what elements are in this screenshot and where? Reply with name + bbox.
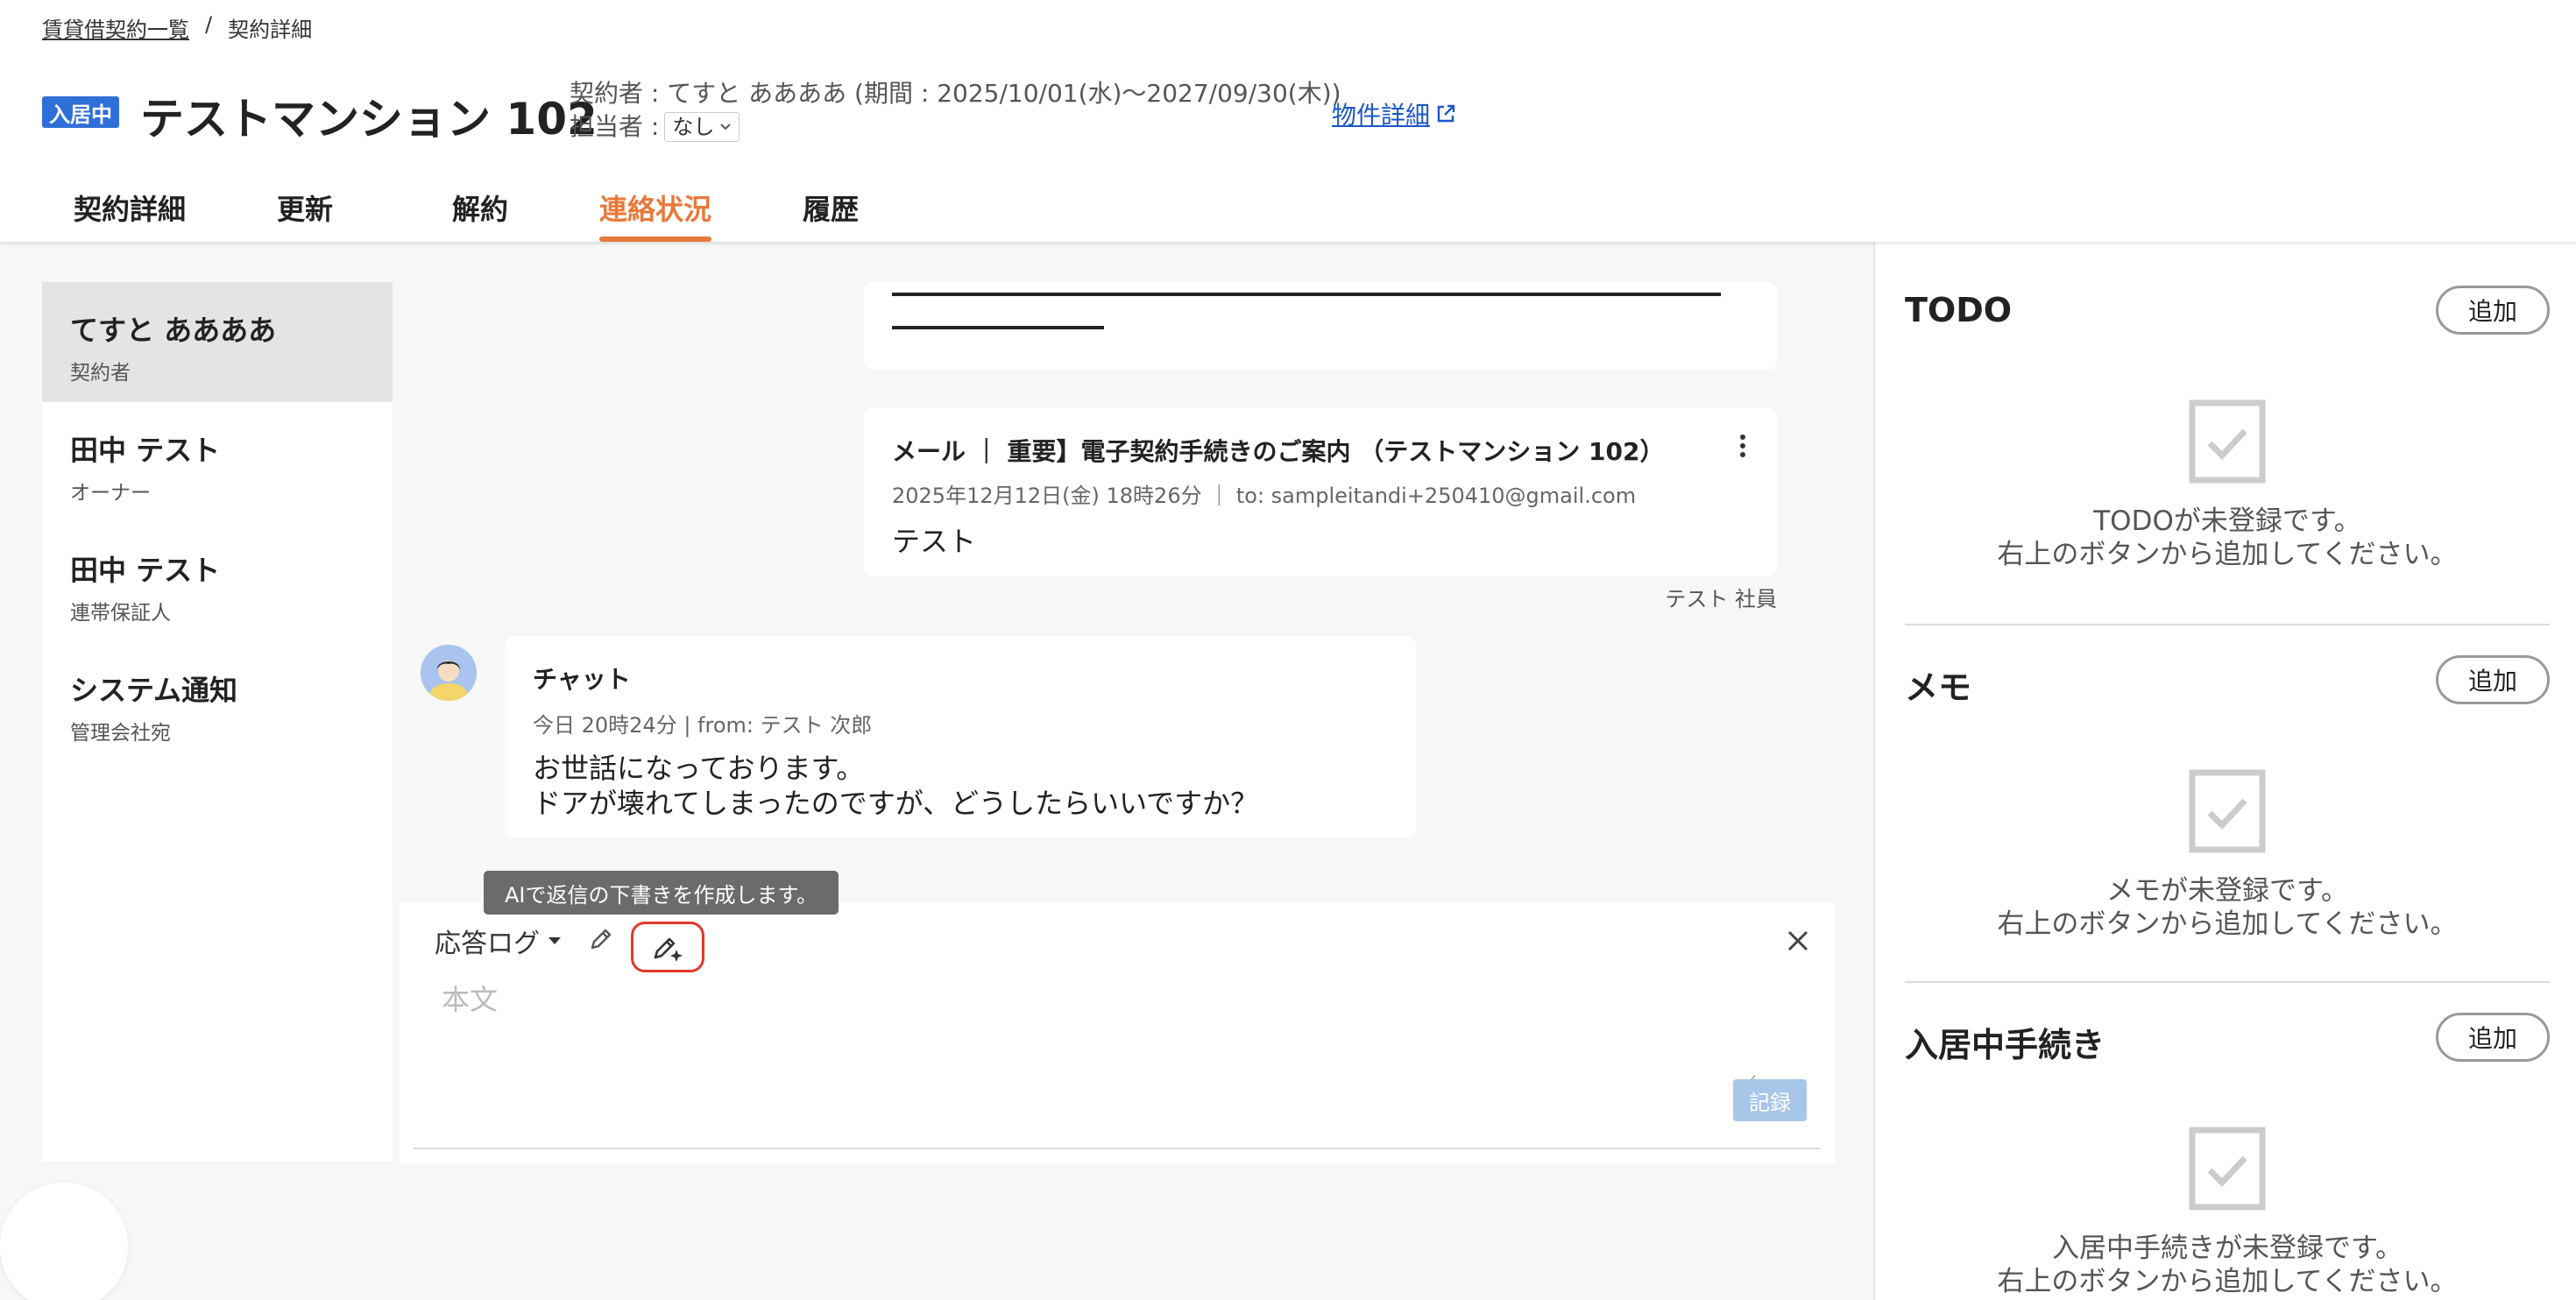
breadcrumb-separator: / (205, 12, 213, 37)
assignee-select[interactable]: なし (664, 112, 740, 142)
checkbox-empty-icon (2189, 769, 2266, 853)
caret-down-icon (548, 937, 561, 944)
reply-composer: 応答ログ 記録 (400, 902, 1835, 1163)
contact-role: オーナー (70, 482, 151, 505)
avatar (421, 645, 477, 701)
contact-item-guarantor[interactable]: 田中 テスト 連帯保証人 (42, 522, 393, 642)
tab-renewal[interactable]: 更新 (217, 184, 393, 242)
floating-button[interactable] (0, 1183, 128, 1300)
close-composer-button[interactable] (1779, 922, 1817, 960)
response-log-select[interactable]: 応答ログ (435, 922, 561, 960)
ai-draft-tooltip: AIで返信の下書きを作成します。 (484, 871, 839, 915)
edit-pencil-button[interactable] (580, 918, 622, 960)
external-link-icon (1437, 104, 1455, 123)
todo-section: TODO 追加 TODOが未登録です。 右上のボタンから追加してください。 (1905, 242, 2550, 625)
checkbox-empty-icon (2189, 1127, 2266, 1211)
assignee-label: 担当者 : (570, 112, 660, 141)
todo-empty-text: TODOが未登録です。 右上のボタンから追加してください。 (1997, 505, 2458, 570)
mail-body: テスト (892, 525, 977, 558)
ai-sparkle-pencil-icon (654, 937, 683, 962)
checkbox-empty-icon (2189, 399, 2266, 484)
tab-bar: 契約詳細 更新 解約 連絡状況 履歴 (42, 184, 918, 242)
contractor-line: 契約者 : てすと ああああ (期間 : 2025/10/01(水)〜2027/… (570, 79, 1341, 108)
record-button[interactable]: 記録 (1733, 1079, 1807, 1121)
contact-role: 契約者 (70, 362, 131, 385)
section-title-memo: メモ (1905, 668, 1972, 707)
close-icon (1787, 930, 1808, 951)
procedures-empty-text: 入居中手続きが未登録です。 右上のボタンから追加してください。 (1997, 1233, 2458, 1297)
redacted-line (892, 326, 1104, 329)
contact-name: システム通知 (70, 674, 238, 707)
section-title-procedures: 入居中手続き (1905, 1026, 2105, 1064)
tab-history[interactable]: 履歴 (743, 184, 918, 242)
message-card-partial (864, 282, 1777, 370)
contact-name: 田中 テスト (70, 554, 221, 587)
tab-cancellation[interactable]: 解約 (393, 184, 568, 242)
breadcrumb: 賃貸借契約一覧 / 契約詳細 (42, 12, 312, 43)
breadcrumb-current: 契約詳細 (228, 18, 313, 42)
contact-name: 田中 テスト (70, 434, 221, 467)
contact-role: 管理会社宛 (70, 722, 171, 745)
property-detail-label: 物件詳細 (1332, 101, 1431, 130)
mail-title: メール ｜ 重要】電子契約手続きのご案内 （テストマンション 102） (892, 437, 1665, 466)
right-side-panel: TODO 追加 TODOが未登録です。 右上のボタンから追加してください。 メモ… (1873, 242, 2576, 1300)
response-log-label: 応答ログ (435, 929, 540, 959)
contact-name: てすと ああああ (70, 314, 277, 347)
occupancy-procedures-section: 入居中手続き 追加 入居中手続きが未登録です。 右上のボタンから追加してください… (1905, 969, 2550, 1300)
contact-item-owner[interactable]: 田中 テスト オーナー (42, 402, 393, 522)
pencil-icon (591, 929, 612, 950)
ai-draft-button[interactable] (631, 922, 704, 972)
chat-body: お世話になっております。 ドアが壊れてしまったのですが、どうしたらいいですか？ (533, 752, 1259, 820)
memo-section: メモ 追加 メモが未登録です。 右上のボタンから追加してください。 (1905, 611, 2550, 983)
mail-message-card: メール ｜ 重要】電子契約手続きのご案内 （テストマンション 102） 2025… (864, 408, 1777, 576)
person-avatar-icon (421, 645, 477, 701)
chat-message-card: チャット 今日 20時24分 | from: テスト 次郎 お世話になっておりま… (505, 636, 1416, 837)
section-title-todo: TODO (1905, 291, 2013, 329)
contact-role: 連帯保証人 (70, 602, 171, 625)
contact-item-contractor[interactable]: てすと ああああ 契約者 (42, 282, 393, 402)
property-detail-link[interactable]: 物件詳細 (1332, 96, 1456, 131)
assignee-row: 担当者 : なし (570, 110, 1341, 144)
tab-contract-detail[interactable]: 契約詳細 (42, 184, 217, 242)
chat-meta: 今日 20時24分 | from: テスト 次郎 (533, 713, 873, 738)
assignee-value: なし (672, 115, 715, 139)
message-body-input[interactable] (442, 978, 1756, 1083)
chat-title: チャット (533, 665, 631, 694)
redacted-line (892, 293, 1721, 296)
procedures-add-button[interactable]: 追加 (2436, 1013, 2550, 1062)
mail-meta: 2025年12月12日(金) 18時26分 ｜ to: sampleitandi… (892, 484, 1637, 508)
mail-sender-name: テスト 社員 (1665, 587, 1777, 611)
contact-item-system-notice[interactable]: システム通知 管理会社宛 (42, 642, 393, 762)
breadcrumb-contract-list-link[interactable]: 賃貸借契約一覧 (42, 12, 189, 43)
more-options-icon[interactable] (1738, 435, 1747, 461)
page-header: 賃貸借契約一覧 / 契約詳細 入居中 テストマンション 102 契約者 : てす… (0, 0, 2576, 242)
memo-add-button[interactable]: 追加 (2436, 655, 2550, 704)
contract-info: 契約者 : てすと ああああ (期間 : 2025/10/01(水)〜2027/… (570, 77, 1341, 144)
todo-add-button[interactable]: 追加 (2436, 286, 2550, 335)
chevron-down-icon (720, 124, 732, 131)
memo-empty-text: メモが未登録です。 右上のボタンから追加してください。 (1997, 875, 2458, 940)
contact-list: てすと ああああ 契約者 田中 テスト オーナー 田中 テスト 連帯保証人 シス… (42, 282, 393, 1162)
composer-divider (414, 1148, 1821, 1149)
tab-contact-status[interactable]: 連絡状況 (568, 184, 743, 242)
status-badge: 入居中 (42, 96, 119, 128)
page-title: テストマンション 102 (140, 94, 598, 145)
